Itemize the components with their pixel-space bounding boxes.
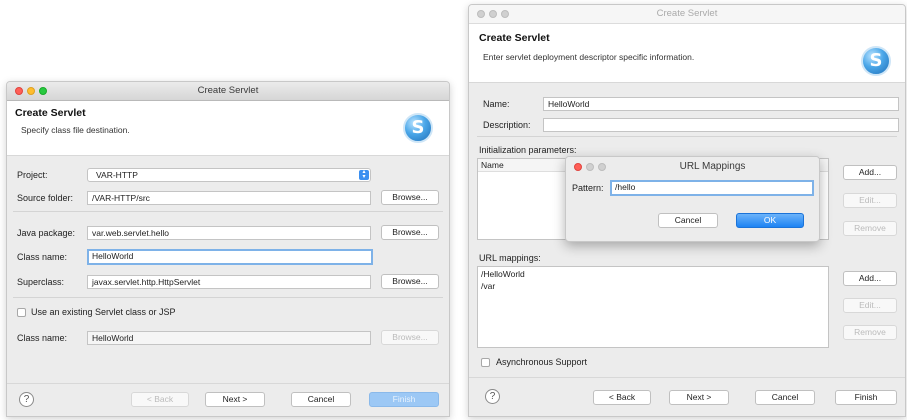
superclass-field[interactable]: javax.servlet.http.HttpServlet [87, 275, 371, 289]
project-label: Project: [17, 170, 48, 180]
window-controls [477, 10, 513, 18]
next-button[interactable]: Next > [205, 392, 265, 407]
class-name-field[interactable]: HelloWorld [87, 249, 373, 265]
url-mappings-edit-button[interactable]: Edit... [843, 298, 897, 313]
finish-button[interactable]: Finish [835, 390, 897, 405]
close-button[interactable] [15, 87, 23, 95]
use-existing-label: Use an existing Servlet class or JSP [31, 307, 176, 317]
init-params-edit-button[interactable]: Edit... [843, 193, 897, 208]
header-title: Create Servlet [479, 32, 550, 44]
url-cancel-button[interactable]: Cancel [658, 213, 718, 228]
wizard-header: Create Servlet Enter servlet deployment … [469, 24, 905, 83]
source-folder-field[interactable]: /VAR-HTTP/src [87, 191, 371, 205]
source-folder-browse-button[interactable]: Browse... [381, 190, 439, 205]
cancel-button[interactable]: Cancel [291, 392, 351, 407]
url-ok-button[interactable]: OK [736, 213, 804, 228]
class-name-label: Class name: [17, 252, 68, 262]
url-mappings-remove-button[interactable]: Remove [843, 325, 897, 340]
init-params-add-button[interactable]: Add... [843, 165, 897, 180]
title-bar: Create Servlet [7, 82, 449, 101]
header-subtitle: Enter servlet deployment descriptor spec… [483, 52, 695, 62]
minimize-button[interactable] [27, 87, 35, 95]
pattern-field[interactable]: /hello [610, 180, 814, 196]
minimize-button[interactable] [489, 10, 497, 18]
next-button[interactable]: Next > [669, 390, 729, 405]
help-icon[interactable]: ? [485, 389, 500, 404]
title-bar: URL Mappings [566, 157, 819, 177]
header-subtitle: Specify class file destination. [21, 125, 130, 135]
window-controls [574, 163, 610, 171]
url-mappings-add-button[interactable]: Add... [843, 271, 897, 286]
java-package-label: Java package: [17, 228, 76, 238]
existing-class-name-label: Class name: [17, 333, 68, 343]
window-title: URL Mappings [679, 161, 746, 172]
title-bar: Create Servlet [469, 5, 905, 24]
project-value: VAR-HTTP [96, 170, 138, 180]
divider [13, 211, 443, 212]
zoom-button[interactable] [501, 10, 509, 18]
java-package-field[interactable]: var.web.servlet.hello [87, 226, 371, 240]
init-params-remove-button[interactable]: Remove [843, 221, 897, 236]
source-folder-label: Source folder: [17, 193, 74, 203]
description-label: Description: [483, 120, 531, 130]
zoom-button[interactable] [39, 87, 47, 95]
chevron-updown-icon: ▴ ▾ [359, 169, 369, 180]
async-support-label: Asynchronous Support [496, 357, 588, 367]
project-select[interactable]: VAR-HTTP ▴ ▾ [87, 168, 371, 182]
existing-class-name-field[interactable]: HelloWorld [87, 331, 371, 345]
window-controls [15, 87, 51, 95]
header-title: Create Servlet [15, 107, 86, 119]
name-field[interactable]: HelloWorld [543, 97, 899, 111]
divider [13, 297, 443, 298]
description-field[interactable] [543, 118, 899, 132]
servlet-logo-icon: S [861, 46, 891, 76]
existing-class-browse-button[interactable]: Browse... [381, 330, 439, 345]
superclass-browse-button[interactable]: Browse... [381, 274, 439, 289]
use-existing-checkbox[interactable] [17, 308, 26, 317]
help-icon[interactable]: ? [19, 392, 34, 407]
close-button[interactable] [574, 163, 582, 171]
wizard-header: Create Servlet Specify class file destin… [7, 101, 449, 156]
back-button[interactable]: < Back [593, 390, 651, 405]
url-mappings-list[interactable]: /HelloWorld /var [477, 266, 829, 348]
pattern-label: Pattern: [572, 183, 604, 193]
java-package-browse-button[interactable]: Browse... [381, 225, 439, 240]
url-mappings-label: URL mappings: [479, 253, 541, 263]
async-support-checkbox[interactable] [481, 358, 490, 367]
wizard-footer: ? < Back Next > Cancel Finish [7, 383, 449, 416]
superclass-label: Superclass: [17, 277, 65, 287]
finish-button[interactable]: Finish [369, 392, 439, 407]
list-item[interactable]: /var [481, 281, 495, 291]
minimize-button[interactable] [586, 163, 594, 171]
divider [477, 136, 897, 137]
back-button[interactable]: < Back [131, 392, 189, 407]
url-mappings-dialog: URL Mappings Pattern: /hello Cancel OK [565, 156, 820, 242]
list-item[interactable]: /HelloWorld [481, 269, 525, 279]
init-params-label: Initialization parameters: [479, 145, 577, 155]
window-title: Create Servlet [197, 85, 259, 96]
wizard-footer: ? < Back Next > Cancel Finish [469, 377, 905, 416]
cancel-button[interactable]: Cancel [755, 390, 815, 405]
name-label: Name: [483, 99, 510, 109]
servlet-logo-icon: S [403, 113, 433, 143]
zoom-button[interactable] [598, 163, 606, 171]
window-title: Create Servlet [656, 8, 718, 19]
create-servlet-dialog-left: Create Servlet Create Servlet Specify cl… [6, 81, 450, 417]
close-button[interactable] [477, 10, 485, 18]
